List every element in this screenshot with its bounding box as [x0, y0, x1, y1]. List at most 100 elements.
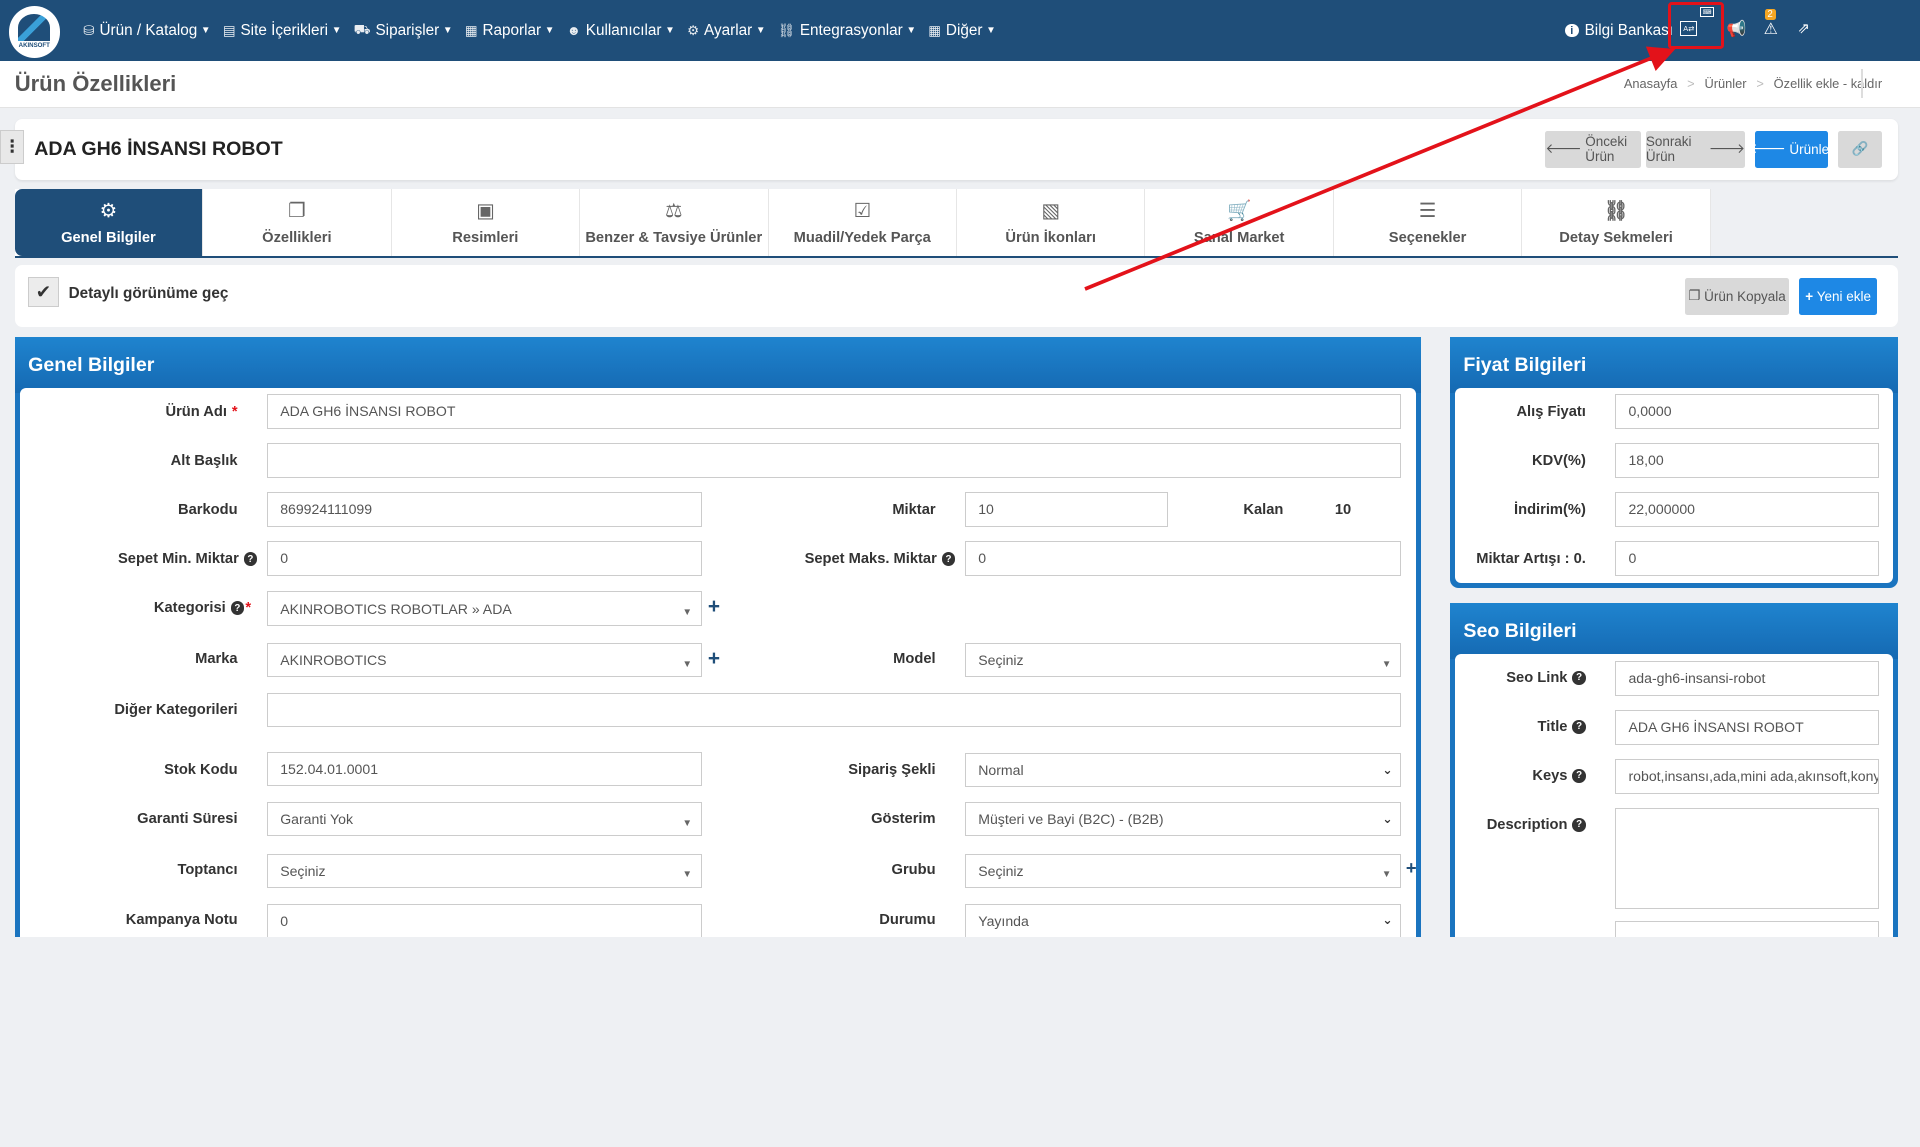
next-product-button[interactable]: Sonraki Ürün 🡒	[1645, 131, 1746, 168]
tab-1[interactable]: ❐ Özellikleri	[203, 188, 392, 256]
subtitle-input[interactable]	[266, 443, 1401, 478]
copy-product-button[interactable]: ❐ Ürün Kopyala	[1685, 277, 1790, 315]
seo-next-input[interactable]	[1615, 920, 1879, 937]
wholesaler-select[interactable]: Seçiniz ▼	[266, 853, 702, 888]
vat-input[interactable]: 18,00	[1615, 443, 1879, 478]
seo-keys-input[interactable]: robot,insansı,ada,mini ada,akınsoft,kony…	[1615, 759, 1879, 794]
tab-8[interactable]: ⛓ Detay Sekmeleri	[1522, 188, 1711, 256]
products-button[interactable]: 🡐 Ürünler	[1750, 131, 1834, 168]
question-icon: ?	[1572, 769, 1586, 783]
basket-min-input[interactable]: 0	[266, 541, 702, 576]
product-name: ADA GH6 İNSANSI ROBOT	[34, 138, 283, 161]
tab-2[interactable]: ▣ Resimleri	[392, 188, 581, 256]
gears-icon: ⚙	[687, 22, 700, 38]
arrow-left-icon: 🡐	[1545, 141, 1582, 157]
order-type-select[interactable]: Normal ⌄	[964, 753, 1401, 788]
caret-down-icon: ▼	[682, 658, 693, 670]
knowledge-base-link[interactable]: i Bilgi Bankası	[1565, 22, 1673, 40]
copy-icon: ❐	[288, 199, 306, 222]
menu-item-7[interactable]: ▦ Diğer ▼	[928, 22, 996, 40]
tab-6[interactable]: 🛒 Sanal Market	[1145, 188, 1334, 256]
category-select[interactable]: AKINROBOTICS ROBOTLAR » ADA ▼	[266, 591, 702, 626]
visibility-label: Gösterim	[871, 810, 936, 827]
caret-down-icon: ▼	[442, 25, 453, 37]
tab-0[interactable]: ⚙ Genel Bilgiler	[14, 188, 204, 256]
images-icon: ▣	[476, 199, 495, 222]
breadcrumb: Anasayfa > Ürünler > Özellik ekle - kaldır	[1624, 76, 1882, 91]
barcode-label: Barkodu	[177, 502, 238, 519]
tab-5[interactable]: ▧ Ürün İkonları	[957, 188, 1146, 256]
question-icon: ?	[1572, 720, 1586, 734]
general-panel-title: Genel Bilgiler	[14, 336, 1421, 394]
menu-item-1[interactable]: ▤ Site İçerikleri ▼	[223, 22, 342, 40]
quantity-input[interactable]: 10	[964, 492, 1169, 527]
add-brand-icon[interactable]: +	[708, 647, 720, 671]
detail-bar	[14, 264, 1899, 327]
tab-3[interactable]: ⚖ Benzer & Tavsiye Ürünler	[580, 188, 769, 256]
discount-input[interactable]: 22,000000	[1615, 492, 1879, 527]
tab-label: Muadil/Yedek Parça	[793, 229, 931, 246]
gears-icon: ⚙	[99, 199, 118, 222]
brand-logo[interactable]: AKINSOFT	[8, 6, 60, 58]
menu-item-2[interactable]: ⛟ Siparişler ▼	[354, 22, 453, 40]
add-category-icon[interactable]: +	[708, 595, 720, 619]
question-icon: ?	[1572, 818, 1586, 832]
chevron-down-icon: ⌄	[1382, 811, 1393, 826]
external-link-icon[interactable]: ⇗	[1795, 20, 1812, 37]
caret-down-icon: ▼	[682, 817, 693, 829]
highlight-box	[1667, 2, 1725, 49]
wholesaler-label: Toptancı	[177, 862, 238, 879]
menu-item-5[interactable]: ⚙ Ayarlar ▼	[687, 22, 766, 40]
tab-7[interactable]: ☰ Seçenekler	[1334, 188, 1523, 256]
brand-select[interactable]: AKINROBOTICS ▼	[266, 642, 702, 678]
megaphone-icon[interactable]: 📢	[1727, 20, 1747, 40]
breadcrumb-home[interactable]: Anasayfa	[1624, 76, 1678, 91]
caret-down-icon: ▼	[544, 25, 555, 37]
basket-max-input[interactable]: 0	[964, 541, 1401, 576]
visibility-select[interactable]: Müşteri ve Bayi (B2C) - (B2B) ⌄	[964, 802, 1401, 837]
warranty-select[interactable]: Garanti Yok ▼	[266, 802, 702, 837]
purchase-price-input[interactable]: 0,0000	[1615, 394, 1879, 429]
stock-code-input[interactable]: 152.04.01.0001	[266, 751, 702, 787]
warning-icon[interactable]: ⚠	[1761, 20, 1781, 40]
model-select[interactable]: Seçiniz ▼	[964, 642, 1401, 678]
tab-4[interactable]: ☑ Muadil/Yedek Parça	[769, 188, 957, 256]
menu-label: Diğer	[945, 21, 983, 39]
page-title: Ürün Özellikleri	[14, 71, 177, 97]
file-icon: ▤	[222, 22, 236, 38]
menu-item-0[interactable]: ⛁ Ürün / Katalog ▼	[83, 22, 210, 40]
remaining-label: Kalan	[1243, 502, 1284, 519]
menu-item-6[interactable]: ⛓ Entegrasyonlar ▼	[778, 22, 916, 40]
seo-title-input[interactable]: ADA GH6 İNSANSI ROBOT	[1615, 710, 1879, 745]
other-categories-input[interactable]	[266, 693, 1401, 728]
copy-icon: ❐	[1688, 288, 1701, 304]
question-icon: ?	[243, 552, 258, 566]
quantity-increment-input[interactable]: 0	[1615, 541, 1879, 576]
barcode-input[interactable]: 869924111099	[266, 492, 702, 527]
breadcrumb-products[interactable]: Ürünler	[1704, 76, 1746, 91]
seo-description-textarea[interactable]	[1615, 808, 1879, 909]
campaign-note-input[interactable]: 0	[266, 903, 702, 937]
menu-label: Raporlar	[482, 21, 542, 39]
check-square-icon: ☑	[853, 199, 871, 222]
product-name-input[interactable]: ADA GH6 İNSANSI ROBOT	[266, 394, 1401, 429]
previous-product-button[interactable]: 🡐 Önceki Ürün	[1545, 131, 1641, 168]
logo-text: AKINSOFT	[18, 42, 50, 50]
knowledge-base-label: Bilgi Bankası	[1584, 21, 1674, 39]
model-label: Model	[893, 651, 936, 668]
group-select[interactable]: Seçiniz ▼	[964, 853, 1401, 888]
top-right-tools: i Bilgi Bankası	[1565, 0, 1673, 61]
caret-down-icon: ▼	[682, 869, 693, 881]
menu-item-3[interactable]: ▦ Raporlar ▼	[465, 22, 555, 40]
side-menu-toggle[interactable]: ⋮	[0, 129, 25, 165]
new-button[interactable]: + Yeni ekle	[1798, 277, 1878, 315]
menu-item-4[interactable]: ☻ Kullanıcılar ▼	[567, 22, 675, 40]
tab-underline	[14, 255, 1899, 259]
status-select[interactable]: Yayında ⌄	[964, 903, 1401, 937]
seo-link-input[interactable]: ada-gh6-insansi-robot	[1615, 661, 1879, 696]
caret-down-icon: ▼	[755, 25, 766, 37]
add-group-icon[interactable]: +	[1406, 857, 1417, 879]
breadcrumb-separator: >	[1687, 75, 1695, 91]
link-button[interactable]: 🔗	[1838, 131, 1883, 168]
detail-view-checkbox[interactable]: ✔	[28, 276, 59, 308]
